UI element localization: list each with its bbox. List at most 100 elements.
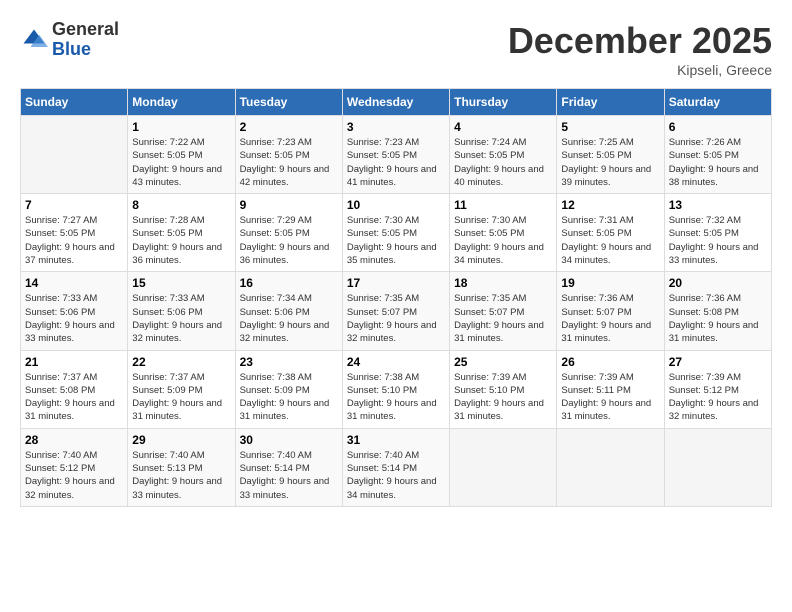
day-cell: 9 Sunrise: 7:29 AMSunset: 5:05 PMDaylight… [235, 194, 342, 272]
day-info: Sunrise: 7:25 AMSunset: 5:05 PMDaylight:… [561, 136, 659, 189]
header-thursday: Thursday [450, 89, 557, 116]
month-title: December 2025 [508, 20, 772, 62]
day-info: Sunrise: 7:31 AMSunset: 5:05 PMDaylight:… [561, 214, 659, 267]
day-info: Sunrise: 7:39 AMSunset: 5:11 PMDaylight:… [561, 371, 659, 424]
day-number: 2 [240, 120, 338, 134]
header-friday: Friday [557, 89, 664, 116]
day-cell: 29 Sunrise: 7:40 AMSunset: 5:13 PMDayligh… [128, 428, 235, 506]
day-info: Sunrise: 7:37 AMSunset: 5:08 PMDaylight:… [25, 371, 123, 424]
logo: General Blue [20, 20, 119, 60]
logo-general: General [52, 19, 119, 39]
day-info: Sunrise: 7:35 AMSunset: 5:07 PMDaylight:… [454, 292, 552, 345]
day-number: 31 [347, 433, 445, 447]
day-number: 22 [132, 355, 230, 369]
day-number: 20 [669, 276, 767, 290]
day-cell [450, 428, 557, 506]
day-info: Sunrise: 7:29 AMSunset: 5:05 PMDaylight:… [240, 214, 338, 267]
day-cell: 12 Sunrise: 7:31 AMSunset: 5:05 PMDayligh… [557, 194, 664, 272]
header-tuesday: Tuesday [235, 89, 342, 116]
day-number: 14 [25, 276, 123, 290]
day-cell: 6 Sunrise: 7:26 AMSunset: 5:05 PMDaylight… [664, 116, 771, 194]
day-info: Sunrise: 7:22 AMSunset: 5:05 PMDaylight:… [132, 136, 230, 189]
day-number: 5 [561, 120, 659, 134]
day-info: Sunrise: 7:37 AMSunset: 5:09 PMDaylight:… [132, 371, 230, 424]
day-number: 6 [669, 120, 767, 134]
day-number: 27 [669, 355, 767, 369]
day-info: Sunrise: 7:35 AMSunset: 5:07 PMDaylight:… [347, 292, 445, 345]
week-row-2: 7 Sunrise: 7:27 AMSunset: 5:05 PMDaylight… [21, 194, 772, 272]
day-info: Sunrise: 7:33 AMSunset: 5:06 PMDaylight:… [25, 292, 123, 345]
day-cell: 3 Sunrise: 7:23 AMSunset: 5:05 PMDaylight… [342, 116, 449, 194]
week-row-1: 1 Sunrise: 7:22 AMSunset: 5:05 PMDaylight… [21, 116, 772, 194]
day-number: 30 [240, 433, 338, 447]
day-cell: 2Sunrise: 7:23 AMSunset: 5:05 PMDaylight… [235, 116, 342, 194]
day-number: 12 [561, 198, 659, 212]
day-number: 29 [132, 433, 230, 447]
day-number: 10 [347, 198, 445, 212]
day-cell: 4 Sunrise: 7:24 AMSunset: 5:05 PMDaylight… [450, 116, 557, 194]
day-cell: 27 Sunrise: 7:39 AMSunset: 5:12 PMDayligh… [664, 350, 771, 428]
day-info: Sunrise: 7:32 AMSunset: 5:05 PMDaylight:… [669, 214, 767, 267]
day-info: Sunrise: 7:36 AMSunset: 5:08 PMDaylight:… [669, 292, 767, 345]
day-cell: 28 Sunrise: 7:40 AMSunset: 5:12 PMDayligh… [21, 428, 128, 506]
location: Kipseli, Greece [508, 62, 772, 78]
week-row-5: 28 Sunrise: 7:40 AMSunset: 5:12 PMDayligh… [21, 428, 772, 506]
day-cell: 11 Sunrise: 7:30 AMSunset: 5:05 PMDayligh… [450, 194, 557, 272]
day-number: 9 [240, 198, 338, 212]
week-row-4: 21 Sunrise: 7:37 AMSunset: 5:08 PMDayligh… [21, 350, 772, 428]
header: General Blue December 2025 Kipseli, Gree… [20, 20, 772, 78]
day-number: 7 [25, 198, 123, 212]
logo-icon [20, 26, 48, 54]
day-info: Sunrise: 7:38 AMSunset: 5:10 PMDaylight:… [347, 371, 445, 424]
header-saturday: Saturday [664, 89, 771, 116]
logo-text: General Blue [52, 20, 119, 60]
day-cell: 24 Sunrise: 7:38 AMSunset: 5:10 PMDayligh… [342, 350, 449, 428]
day-cell: 13Sunrise: 7:32 AMSunset: 5:05 PMDayligh… [664, 194, 771, 272]
day-number: 18 [454, 276, 552, 290]
day-info: Sunrise: 7:39 AMSunset: 5:10 PMDaylight:… [454, 371, 552, 424]
day-number: 28 [25, 433, 123, 447]
day-info: Sunrise: 7:30 AMSunset: 5:05 PMDaylight:… [454, 214, 552, 267]
day-number: 23 [240, 355, 338, 369]
day-info: Sunrise: 7:40 AMSunset: 5:13 PMDaylight:… [132, 449, 230, 502]
header-sunday: Sunday [21, 89, 128, 116]
day-cell [21, 116, 128, 194]
day-info: Sunrise: 7:36 AMSunset: 5:07 PMDaylight:… [561, 292, 659, 345]
day-cell [557, 428, 664, 506]
calendar-table: SundayMondayTuesdayWednesdayThursdayFrid… [20, 88, 772, 507]
day-number: 17 [347, 276, 445, 290]
day-cell: 19 Sunrise: 7:36 AMSunset: 5:07 PMDayligh… [557, 272, 664, 350]
day-info: Sunrise: 7:27 AMSunset: 5:05 PMDaylight:… [25, 214, 123, 267]
day-info: Sunrise: 7:24 AMSunset: 5:05 PMDaylight:… [454, 136, 552, 189]
day-info: Sunrise: 7:26 AMSunset: 5:05 PMDaylight:… [669, 136, 767, 189]
day-info: Sunrise: 7:40 AMSunset: 5:14 PMDaylight:… [347, 449, 445, 502]
day-cell: 17 Sunrise: 7:35 AMSunset: 5:07 PMDayligh… [342, 272, 449, 350]
day-info: Sunrise: 7:40 AMSunset: 5:12 PMDaylight:… [25, 449, 123, 502]
day-number: 24 [347, 355, 445, 369]
day-cell [664, 428, 771, 506]
day-cell: 7 Sunrise: 7:27 AMSunset: 5:05 PMDaylight… [21, 194, 128, 272]
day-number: 19 [561, 276, 659, 290]
day-number: 26 [561, 355, 659, 369]
day-info: Sunrise: 7:39 AMSunset: 5:12 PMDaylight:… [669, 371, 767, 424]
day-number: 1 [132, 120, 230, 134]
day-number: 21 [25, 355, 123, 369]
day-cell: 21 Sunrise: 7:37 AMSunset: 5:08 PMDayligh… [21, 350, 128, 428]
day-number: 4 [454, 120, 552, 134]
day-number: 3 [347, 120, 445, 134]
day-cell: 22 Sunrise: 7:37 AMSunset: 5:09 PMDayligh… [128, 350, 235, 428]
day-number: 8 [132, 198, 230, 212]
day-info: Sunrise: 7:23 AMSunset: 5:05 PMDaylight:… [347, 136, 445, 189]
day-cell: 16Sunrise: 7:34 AMSunset: 5:06 PMDayligh… [235, 272, 342, 350]
day-cell: 1 Sunrise: 7:22 AMSunset: 5:05 PMDaylight… [128, 116, 235, 194]
week-row-3: 14 Sunrise: 7:33 AMSunset: 5:06 PMDayligh… [21, 272, 772, 350]
header-monday: Monday [128, 89, 235, 116]
day-cell: 25Sunrise: 7:39 AMSunset: 5:10 PMDayligh… [450, 350, 557, 428]
header-row: SundayMondayTuesdayWednesdayThursdayFrid… [21, 89, 772, 116]
day-cell: 18 Sunrise: 7:35 AMSunset: 5:07 PMDayligh… [450, 272, 557, 350]
day-number: 11 [454, 198, 552, 212]
day-info: Sunrise: 7:38 AMSunset: 5:09 PMDaylight:… [240, 371, 338, 424]
day-cell: 15Sunrise: 7:33 AMSunset: 5:06 PMDayligh… [128, 272, 235, 350]
day-info: Sunrise: 7:28 AMSunset: 5:05 PMDaylight:… [132, 214, 230, 267]
day-cell: 20 Sunrise: 7:36 AMSunset: 5:08 PMDayligh… [664, 272, 771, 350]
